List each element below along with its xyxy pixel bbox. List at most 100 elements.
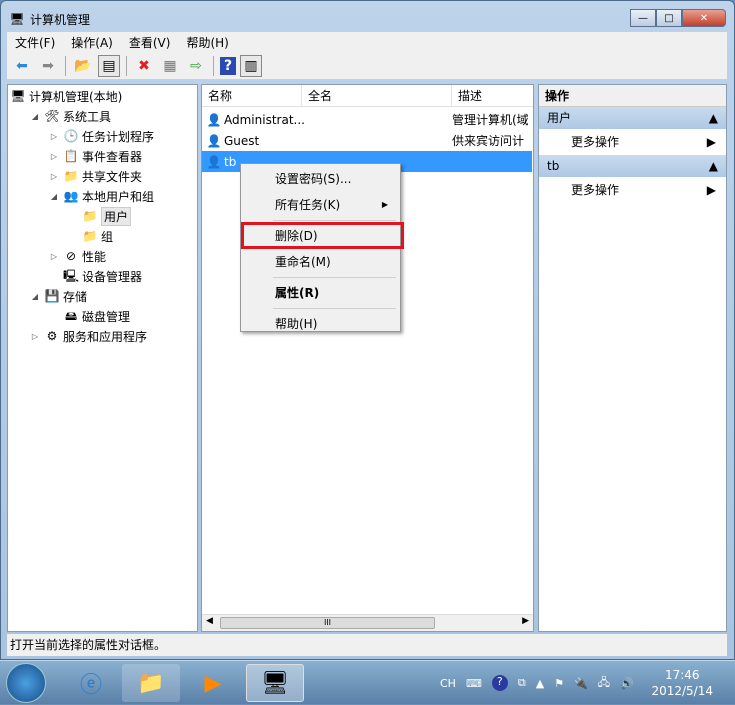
media-player-icon[interactable]: ▶ xyxy=(184,664,242,702)
tree-item[interactable]: ▷ 📋 事件查看器 xyxy=(8,146,197,166)
expand-arrow-icon[interactable]: ▷ xyxy=(48,252,60,261)
scrollbar-thumb[interactable]: III xyxy=(220,617,435,629)
tree-item[interactable]: 🖴 磁盘管理 xyxy=(8,306,197,326)
more-actions-label: 更多操作 xyxy=(571,183,620,197)
minimize-button[interactable]: — xyxy=(630,9,656,27)
folder-icon: 📁 xyxy=(82,229,98,243)
disk-icon: 🖴 xyxy=(64,309,78,323)
user-name: Administrat... xyxy=(224,112,305,127)
show-hide-action-pane-icon[interactable]: ▥ xyxy=(240,54,262,77)
performance-icon: ⊘ xyxy=(65,249,77,263)
services-icon: ⚙ xyxy=(46,329,58,343)
tree-item[interactable]: ◢ 🛠 系统工具 xyxy=(8,106,197,126)
time: 17:46 xyxy=(664,668,700,682)
network-icon[interactable]: 🖧 xyxy=(598,674,610,693)
menu-help[interactable]: 帮助(H) xyxy=(178,34,236,51)
menu-item-all-tasks[interactable]: 所有任务(K) ▶ xyxy=(243,192,398,218)
list-header: 名称 全名 描述 xyxy=(202,85,533,107)
menu-view[interactable]: 查看(V) xyxy=(121,34,179,51)
show-hidden-icons-icon[interactable]: ▲ xyxy=(536,677,544,690)
menu-item-set-password[interactable]: 设置密码(S)... xyxy=(243,166,398,192)
clock[interactable]: 17:46 2012/5/14 xyxy=(651,667,713,699)
status-bar: 打开当前选择的属性对话框。 xyxy=(7,634,727,656)
navigation-tree: 🖥 计算机管理(本地) ◢ 🛠 系统工具 ▷ 🕒 任务计划程序 ▷ 📋 事件查看器 ▷ 📁 共享文件夹 ◢ 👥… xyxy=(7,84,198,632)
expand-arrow-icon[interactable]: ▷ xyxy=(48,172,60,181)
tree-item-label: 系统工具 xyxy=(63,109,112,124)
column-name[interactable]: 名称 xyxy=(202,85,302,106)
clock-icon: 🕒 xyxy=(63,129,79,143)
tree-item[interactable]: 📁 组 xyxy=(8,226,197,246)
tree-item[interactable]: ◢ 👥 本地用户和组 xyxy=(8,186,197,206)
export-list-icon[interactable]: ⇨ xyxy=(185,55,207,77)
menu-item-properties[interactable]: 属性(R) xyxy=(243,280,398,306)
expand-arrow-icon[interactable]: ◢ xyxy=(29,112,41,121)
label: 设置密码(S)... xyxy=(275,172,352,186)
menu-item-rename[interactable]: 重命名(M) xyxy=(243,249,398,275)
event-viewer-icon: 📋 xyxy=(63,149,79,163)
language-bar-icon[interactable]: ⧉ xyxy=(518,676,526,690)
user-icon: 👤 xyxy=(206,154,222,169)
user-name: Guest xyxy=(224,133,260,148)
section-title: 用户 xyxy=(547,111,572,125)
toolbar-separator xyxy=(213,55,214,76)
tree-item[interactable]: ◢ 💾 存储 xyxy=(8,286,197,306)
expand-arrow-icon[interactable]: ▷ xyxy=(48,152,60,161)
menu-action[interactable]: 操作(A) xyxy=(63,34,121,51)
menu-separator xyxy=(273,308,396,309)
collapse-icon: ▲ xyxy=(708,111,718,125)
properties-icon[interactable]: ▦ xyxy=(159,55,181,77)
expand-arrow-icon[interactable]: ◢ xyxy=(48,192,60,201)
action-center-flag-icon[interactable]: ⚑ xyxy=(554,677,564,690)
toolbar-separator xyxy=(65,55,66,76)
help-tray-icon[interactable]: ? xyxy=(491,675,508,691)
table-row[interactable]: 👤 Administrat... 管理计算机(域 xyxy=(202,109,533,130)
expand-arrow-icon[interactable]: ▷ xyxy=(48,132,60,141)
close-button[interactable]: ✕ xyxy=(682,9,726,27)
keyboard-icon[interactable]: ⌨ xyxy=(466,677,482,690)
highlight-box xyxy=(241,222,404,249)
menu-bar: 文件(F) 操作(A) 查看(V) 帮助(H) xyxy=(7,32,727,52)
user-icon: 👤 xyxy=(206,133,222,148)
tree-item[interactable]: ▷ ⊘ 性能 xyxy=(8,246,197,266)
up-folder-icon[interactable]: 📂 xyxy=(72,55,94,77)
tree-item[interactable]: 🖳 设备管理器 xyxy=(8,266,197,286)
volume-icon[interactable]: 🔊 xyxy=(620,677,634,690)
tree-item-label: 组 xyxy=(101,229,114,244)
users-icon: 👥 xyxy=(63,189,79,203)
help-icon[interactable]: ? xyxy=(220,56,236,75)
tree-item-label: 存储 xyxy=(63,289,88,304)
tree-item[interactable]: 🖥 计算机管理(本地) xyxy=(8,86,197,106)
internet-explorer-icon[interactable]: ⓔ xyxy=(62,664,120,702)
device-manager-icon: 🖳 xyxy=(63,269,80,283)
start-button[interactable] xyxy=(6,663,46,703)
more-actions-tb[interactable]: 更多操作 ▶ xyxy=(539,177,726,203)
section-title: tb xyxy=(547,159,560,173)
menu-file[interactable]: 文件(F) xyxy=(7,34,63,51)
forward-arrow-icon[interactable]: ➡ xyxy=(37,55,59,77)
expand-arrow-icon[interactable]: ▷ xyxy=(29,332,41,341)
delete-icon[interactable]: ✖ xyxy=(133,55,155,77)
actions-section-tb[interactable]: tb ▲ xyxy=(539,155,726,177)
show-hide-tree-icon[interactable]: ▤ xyxy=(98,54,120,77)
more-actions-users[interactable]: 更多操作 ▶ xyxy=(539,129,726,155)
language-indicator[interactable]: CH xyxy=(440,677,456,690)
tree-item[interactable]: ▷ 🕒 任务计划程序 xyxy=(8,126,197,146)
label: 属性(R) xyxy=(275,286,320,300)
horizontal-scrollbar[interactable]: ◀ III ▶ xyxy=(202,614,533,631)
column-fullname[interactable]: 全名 xyxy=(302,85,452,106)
maximize-button[interactable]: □ xyxy=(656,9,682,27)
computer-management-task-icon[interactable]: 🖥 xyxy=(246,664,304,702)
actions-section-users[interactable]: 用户 ▲ xyxy=(539,107,726,129)
column-description[interactable]: 描述 xyxy=(452,85,532,106)
tree-item[interactable]: ▷ ⚙ 服务和应用程序 xyxy=(8,326,197,346)
back-arrow-icon[interactable]: ⬅ xyxy=(11,55,33,77)
tree-item[interactable]: ▷ 📁 共享文件夹 xyxy=(8,166,197,186)
tree-item[interactable]: 📁 用户 xyxy=(8,206,197,226)
expand-arrow-icon[interactable]: ◢ xyxy=(29,292,41,301)
tree-item-label: 服务和应用程序 xyxy=(63,329,148,344)
explorer-icon[interactable]: 📁 xyxy=(122,664,180,702)
table-row[interactable]: 👤 Guest 供来宾访问计 xyxy=(202,130,533,151)
power-icon[interactable]: 🔌 xyxy=(574,677,588,690)
submenu-arrow-icon: ▶ xyxy=(381,200,388,209)
menu-item-help[interactable]: 帮助(H) xyxy=(243,311,398,337)
